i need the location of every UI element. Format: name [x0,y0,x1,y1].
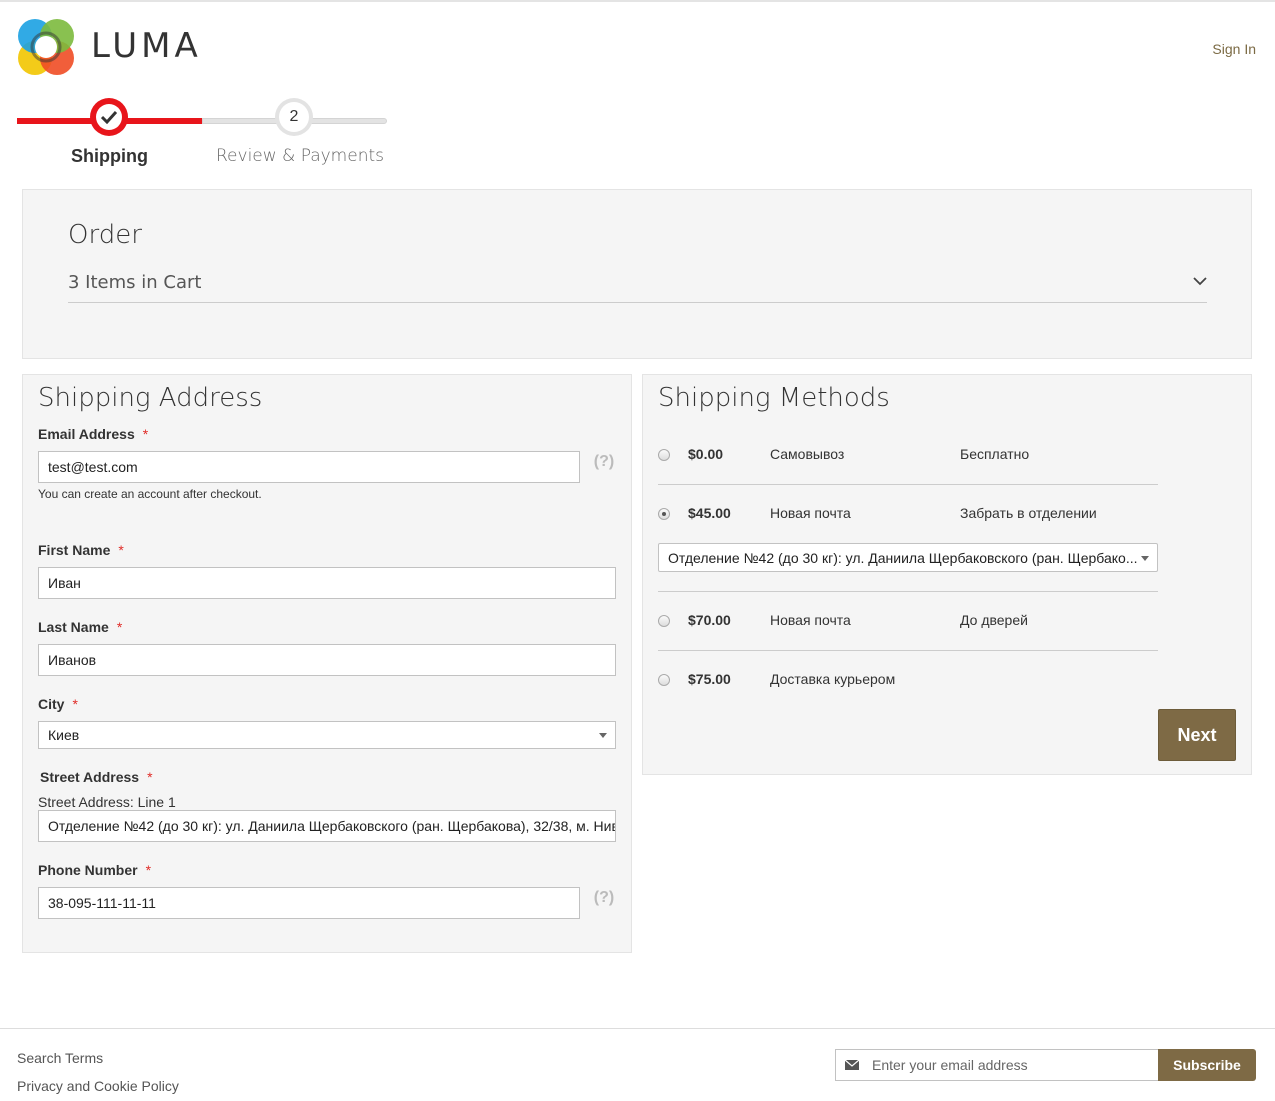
method-name: Бесплатно [960,446,1030,462]
help-icon[interactable]: (?) [593,451,615,473]
divider [68,302,1207,303]
email-field[interactable]: test@test.com [38,451,580,483]
envelope-icon [844,1059,860,1070]
privacy-policy-link[interactable]: Privacy and Cookie Policy [17,1078,179,1094]
method-radio-free[interactable] [658,449,670,461]
branch-select[interactable]: Отделение №42 (до 30 кг): ул. Даниила Ще… [658,543,1158,572]
divider [658,484,1158,485]
check-icon [101,110,117,124]
street-line1-field[interactable]: Отделение №42 (до 30 кг): ул. Даниила Ще… [38,810,616,842]
dropdown-arrow-icon [599,733,607,738]
newsletter-placeholder: Enter your email address [872,1057,1028,1073]
branch-select-value: Отделение №42 (до 30 кг): ул. Даниила Ще… [668,549,1138,566]
dropdown-arrow-icon [1141,556,1149,561]
method-radio-courier[interactable] [658,674,670,686]
top-border [0,0,1275,2]
street-line1-label: Street Address: Line 1 [38,794,176,810]
city-select[interactable]: Киев [38,721,616,749]
phone-field[interactable]: 38-095-111-11-11 [38,887,580,919]
method-carrier: Самовывоз [770,446,845,462]
method-radio-branch[interactable] [658,508,670,520]
last-name-label: Last Name * [38,619,123,635]
shipping-methods-title: Shipping Methods [658,383,890,413]
city-value: Киев [48,727,80,743]
method-carrier: Новая почта [770,505,851,521]
sign-in-link[interactable]: Sign In [1212,41,1256,57]
method-price: $0.00 [688,446,724,462]
items-in-cart-toggle[interactable]: 3 Items in Cart [68,272,201,293]
method-carrier: Новая почта [770,612,851,628]
required-mark: * [142,426,149,442]
next-button[interactable]: Next [1158,709,1236,761]
shipping-address-panel: Shipping Address Email Address * test@tes… [22,374,632,953]
footer-divider [0,1028,1275,1029]
required-mark: * [118,542,124,558]
newsletter-field[interactable]: Enter your email address [835,1049,1160,1081]
brand-name: LUMA [91,26,202,66]
required-mark: * [147,769,153,785]
subscribe-button[interactable]: Subscribe [1158,1049,1256,1081]
checkout-progress: 2 Shipping Review & Payments [17,98,387,178]
method-name: До дверей [960,612,1028,628]
divider [658,591,1158,592]
step-review-label[interactable]: Review & Payments [216,146,384,166]
phone-label: Phone Number * [38,862,152,878]
first-name-field[interactable]: Иван [38,567,616,599]
step-review-indicator[interactable]: 2 [275,98,313,136]
method-price: $70.00 [688,612,731,628]
email-hint: You can create an account after checkout… [38,487,262,501]
step-shipping-label: Shipping [71,146,148,166]
luma-logo[interactable]: LUMA [17,18,207,76]
street-label: Street Address * [40,769,153,785]
help-icon[interactable]: (?) [593,887,615,909]
method-price: $75.00 [688,671,731,687]
step-review-number: 2 [279,102,309,132]
city-label: City * [38,696,78,712]
last-name-field[interactable]: Иванов [38,644,616,676]
order-summary: Order 3 Items in Cart [22,189,1252,359]
order-title: Order [68,220,142,250]
method-radio-door[interactable] [658,615,670,627]
divider [658,650,1158,651]
required-mark: * [145,862,152,878]
first-name-label: First Name * [38,542,124,558]
method-carrier: Доставка курьером [770,671,896,687]
required-mark: * [116,619,123,635]
search-terms-link[interactable]: Search Terms [17,1050,103,1066]
required-mark: * [72,696,78,712]
shipping-address-title: Shipping Address [38,383,263,413]
luma-logo-mark-icon [18,19,74,75]
step-shipping-indicator [90,98,128,136]
chevron-down-icon[interactable] [1191,272,1209,290]
email-label: Email Address * [38,426,149,442]
method-name: Забрать в отделении [960,505,1097,521]
shipping-methods-panel: Shipping Methods $0.00 Самовывоз Бесплат… [642,374,1252,775]
method-price: $45.00 [688,505,731,521]
